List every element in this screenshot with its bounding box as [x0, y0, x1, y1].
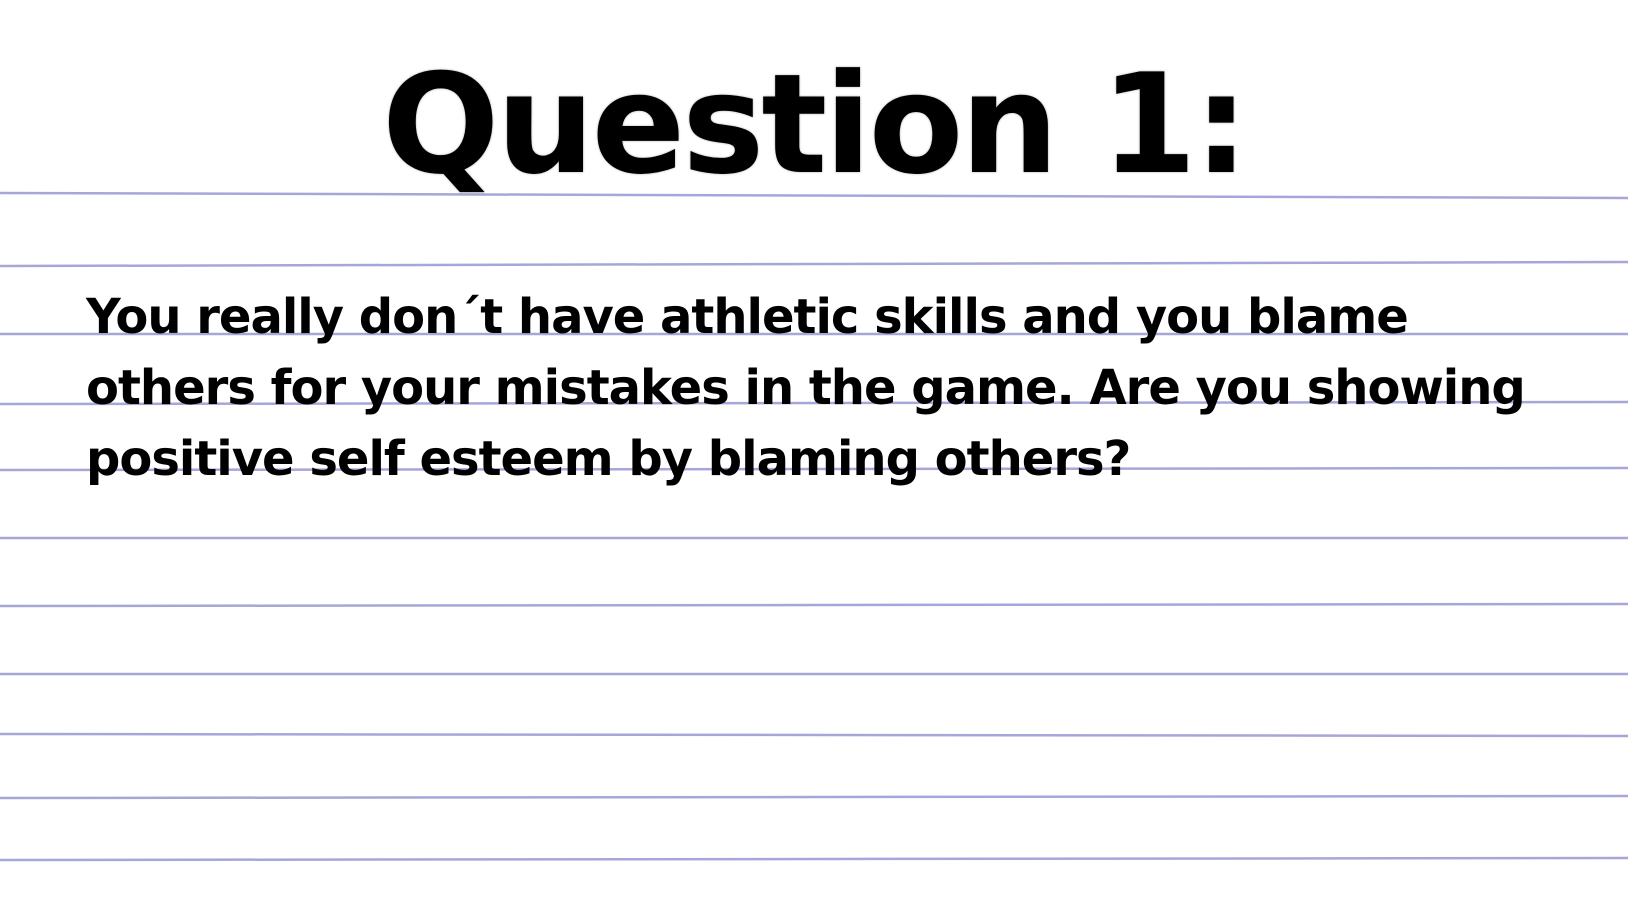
slide-title: Question 1:: [382, 44, 1249, 205]
notebook-slide: Question 1: You really don´t have athlet…: [0, 0, 1628, 900]
ruled-line: [0, 602, 1628, 608]
ruled-line: [0, 732, 1628, 738]
ruled-line: [0, 794, 1628, 800]
ruled-line: [0, 856, 1628, 862]
question-text: You really don´t have athletic skills an…: [86, 289, 1526, 487]
ruled-line: [0, 260, 1628, 268]
